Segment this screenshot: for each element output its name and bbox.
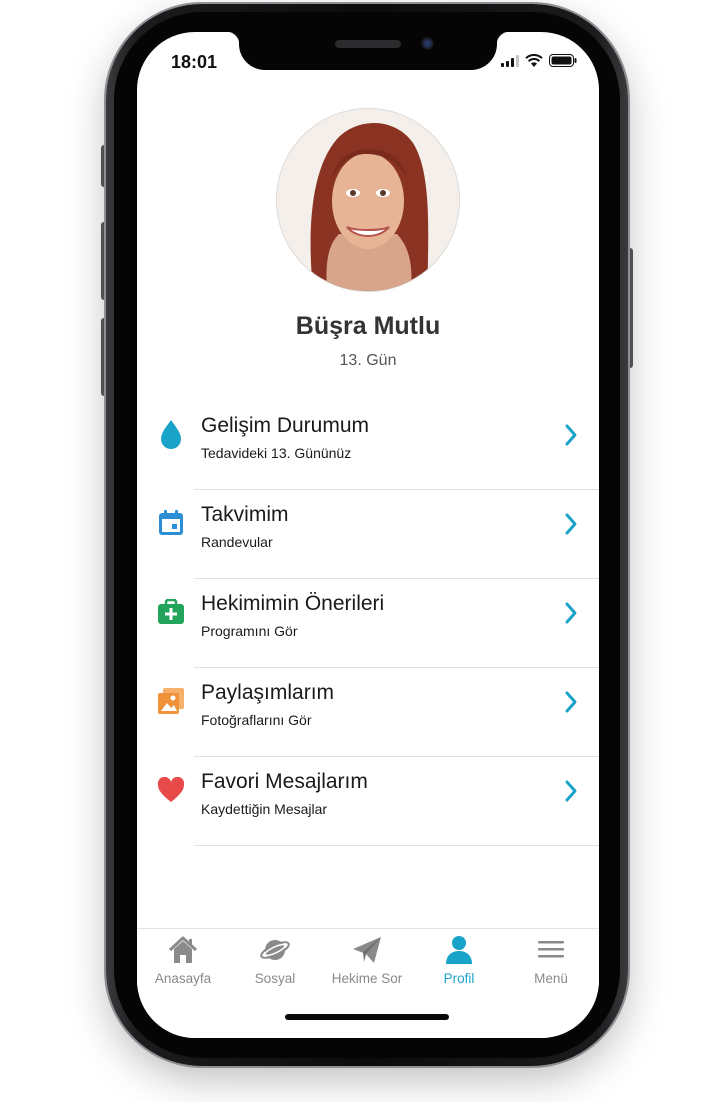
tab-anasayfa[interactable]: Anasayfa	[137, 929, 229, 999]
chevron-right-icon	[565, 424, 577, 446]
chevron-right-icon	[565, 780, 577, 802]
tab-label: Anasayfa	[154, 971, 212, 986]
calendar-icon	[157, 508, 185, 538]
hamburger-menu-icon	[538, 941, 564, 958]
tab-label: Profil	[443, 971, 475, 986]
treatment-day: 13. Gün	[339, 352, 397, 369]
menu-item-subtitle: Kaydettiğin Mesajlar	[201, 801, 328, 817]
menu-item-title: Takvimim	[201, 503, 289, 526]
menu-item-favori-mesajlarim[interactable]: Favori Mesajlarım Kaydettiğin Mesajlar	[137, 757, 599, 846]
menu-item-paylasimlarim[interactable]: Paylaşımlarım Fotoğraflarını Gör	[137, 668, 599, 757]
app-screen: 18:01 Büşra Mutlu 13. Gün Gelişim Durumu…	[137, 32, 599, 1038]
wifi-icon	[525, 54, 543, 67]
front-camera	[421, 37, 434, 50]
user-icon	[446, 936, 472, 964]
menu-item-gelisim-durumum[interactable]: Gelişim Durumum Tedavideki 13. Gününüz	[137, 401, 599, 490]
cellular-signal-icon	[501, 55, 519, 67]
heart-icon	[157, 775, 185, 805]
home-icon	[168, 936, 198, 963]
profile-name: Büşra Mutlu	[295, 312, 441, 340]
status-time: 18:01	[171, 52, 218, 72]
photos-icon	[157, 686, 185, 716]
chevron-right-icon	[565, 691, 577, 713]
chevron-right-icon	[565, 513, 577, 535]
tab-label: Hekime Sor	[331, 971, 403, 986]
status-icons	[501, 54, 577, 67]
menu-item-subtitle: Tedavideki 13. Gününüz	[201, 445, 352, 461]
drop-icon	[157, 419, 185, 449]
menu-item-title: Paylaşımlarım	[201, 681, 335, 704]
menu-item-hekimimin-onerileri[interactable]: Hekimimin Önerileri Programını Gör	[137, 579, 599, 668]
tab-menu[interactable]: Menü	[505, 929, 597, 999]
menu-item-takvimim[interactable]: Takvimim Randevular	[137, 490, 599, 579]
menu-item-title: Hekimimin Önerileri	[201, 592, 385, 615]
notch	[226, 32, 510, 70]
paper-plane-icon	[353, 937, 381, 963]
menu-item-subtitle: Programını Gör	[201, 623, 298, 639]
menu-item-subtitle: Randevular	[201, 534, 273, 550]
home-indicator[interactable]	[285, 1014, 449, 1020]
speaker-grille	[335, 40, 401, 48]
tab-label: Sosyal	[254, 971, 296, 986]
avatar[interactable]	[276, 108, 460, 292]
menu-item-title: Favori Mesajlarım	[201, 770, 368, 793]
tab-hekime-sor[interactable]: Hekime Sor	[321, 929, 413, 999]
tab-sosyal[interactable]: Sosyal	[229, 929, 321, 999]
menu-item-title: Gelişim Durumum	[201, 414, 370, 437]
menu-item-subtitle: Fotoğraflarını Gör	[201, 712, 312, 728]
tab-bar: Anasayfa Sosyal Hekime Sor Profil Menü	[137, 928, 599, 1038]
medical-kit-icon	[157, 597, 185, 627]
tab-profil[interactable]: Profil	[413, 929, 505, 999]
planet-icon	[260, 940, 290, 960]
divider	[194, 845, 599, 846]
profile-photo	[277, 109, 459, 291]
chevron-right-icon	[565, 602, 577, 624]
tab-label: Menü	[534, 971, 568, 986]
battery-icon	[549, 54, 577, 67]
